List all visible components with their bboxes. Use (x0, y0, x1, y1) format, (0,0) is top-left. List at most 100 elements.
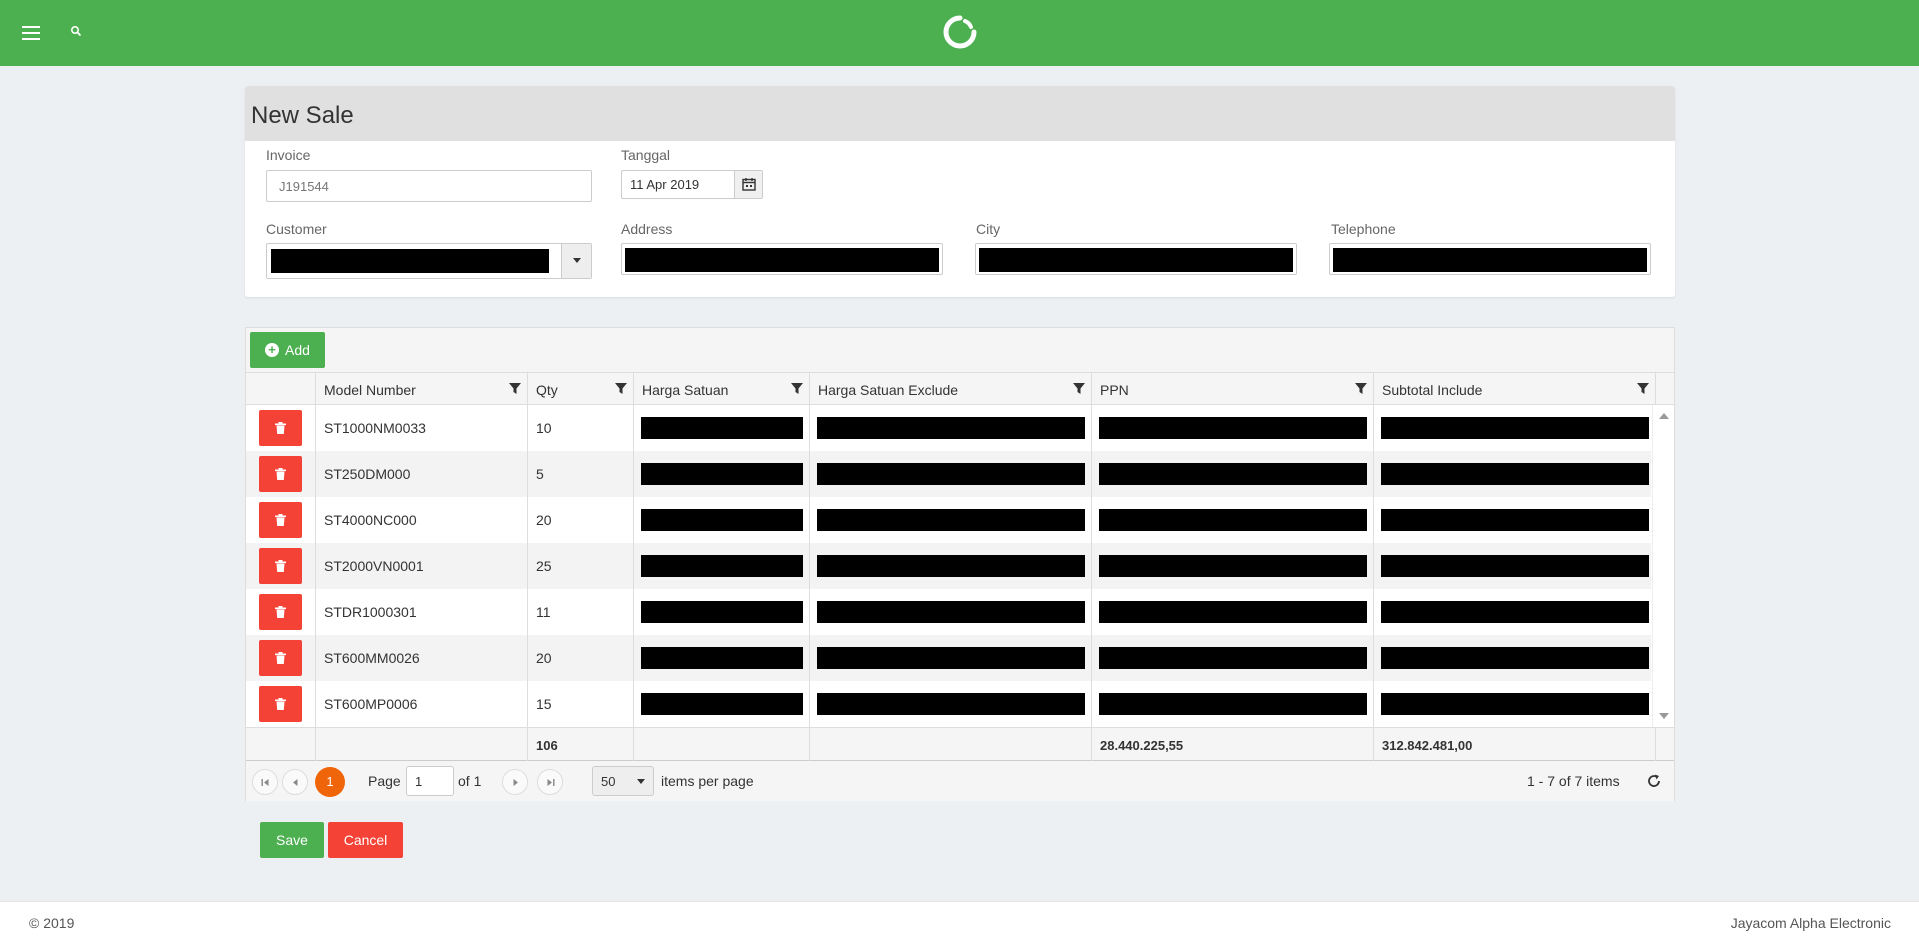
filter-icon[interactable] (1073, 383, 1085, 395)
harga-satuan-cell[interactable] (633, 451, 809, 497)
filter-icon[interactable] (791, 383, 803, 395)
harga-satuan-exclude-cell[interactable] (809, 681, 1091, 727)
harga-satuan-cell[interactable] (633, 405, 809, 451)
page-label: Page (368, 773, 401, 789)
harga-satuan-cell[interactable] (633, 635, 809, 681)
ppn-cell[interactable] (1091, 543, 1373, 589)
subtotal-include-cell[interactable] (1373, 589, 1651, 635)
qty-cell[interactable]: 20 (527, 635, 633, 681)
subtotal-include-cell[interactable] (1373, 451, 1651, 497)
subtotal-include-cell[interactable] (1373, 543, 1651, 589)
save-button[interactable]: Save (260, 822, 324, 858)
scroll-down-arrow-icon[interactable] (1659, 713, 1669, 719)
calendar-button[interactable] (734, 171, 762, 198)
ppn-cell[interactable] (1091, 405, 1373, 451)
harga-satuan-exclude-cell[interactable] (809, 543, 1091, 589)
subtotal-include-cell[interactable] (1373, 405, 1651, 451)
trash-icon (275, 606, 286, 618)
column-header-ppn[interactable]: PPN (1091, 373, 1373, 405)
model-number-cell[interactable]: ST250DM000 (315, 451, 527, 497)
filter-icon[interactable] (615, 383, 627, 395)
grid-scrollbar[interactable] (1652, 405, 1674, 727)
row-actions-cell (246, 405, 315, 451)
cancel-button[interactable]: Cancel (328, 822, 403, 858)
ppn-cell[interactable] (1091, 681, 1373, 727)
previous-page-button[interactable] (282, 769, 308, 795)
model-number-cell[interactable]: ST600MM0026 (315, 635, 527, 681)
qty-cell[interactable]: 25 (527, 543, 633, 589)
delete-row-button[interactable] (259, 686, 302, 722)
model-number-cell[interactable]: ST1000NM0033 (315, 405, 527, 451)
delete-row-button[interactable] (259, 502, 302, 538)
column-header-model-number[interactable]: Model Number (315, 373, 527, 405)
plus-circle-icon: + (265, 343, 280, 357)
qty-cell[interactable]: 10 (527, 405, 633, 451)
redacted-value (1099, 555, 1367, 577)
refresh-icon[interactable] (1646, 773, 1662, 789)
harga-satuan-exclude-cell[interactable] (809, 589, 1091, 635)
qty-cell[interactable]: 5 (527, 451, 633, 497)
address-input[interactable] (621, 243, 943, 275)
city-input[interactable] (975, 243, 1297, 275)
model-number-cell[interactable]: ST2000VN0001 (315, 543, 527, 589)
harga-satuan-cell[interactable] (633, 497, 809, 543)
table-row[interactable]: ST2000VN0001 25 (246, 543, 1651, 589)
filter-icon[interactable] (1637, 383, 1649, 395)
harga-satuan-cell[interactable] (633, 589, 809, 635)
page-number-input[interactable]: 1 (406, 766, 454, 796)
table-row[interactable]: ST250DM000 5 (246, 451, 1651, 497)
table-row[interactable]: ST1000NM0033 10 (246, 405, 1651, 451)
column-header-qty[interactable]: Qty (527, 373, 633, 405)
telephone-label: Telephone (1331, 221, 1396, 237)
subtotal-include-cell[interactable] (1373, 497, 1651, 543)
subtotal-include-cell[interactable] (1373, 635, 1651, 681)
filter-icon[interactable] (1355, 383, 1367, 395)
first-page-button[interactable] (252, 769, 278, 795)
column-header-subtotal-include[interactable]: Subtotal Include (1373, 373, 1655, 405)
harga-satuan-exclude-cell[interactable] (809, 635, 1091, 681)
column-header-harga-satuan[interactable]: Harga Satuan (633, 373, 809, 405)
subtotal-include-cell[interactable] (1373, 681, 1651, 727)
harga-satuan-cell[interactable] (633, 543, 809, 589)
table-row[interactable]: ST4000NC000 20 (246, 497, 1651, 543)
ppn-cell[interactable] (1091, 589, 1373, 635)
menu-icon[interactable] (22, 26, 40, 40)
model-number-cell[interactable]: STDR1000301 (315, 589, 527, 635)
delete-row-button[interactable] (259, 456, 302, 492)
next-page-button[interactable] (502, 769, 528, 795)
delete-row-button[interactable] (259, 594, 302, 630)
table-row[interactable]: ST600MM0026 20 (246, 635, 1651, 681)
search-icon[interactable] (70, 24, 84, 38)
harga-satuan-cell[interactable] (633, 681, 809, 727)
customer-select[interactable] (266, 243, 592, 279)
qty-cell[interactable]: 20 (527, 497, 633, 543)
add-item-button[interactable]: + Add (250, 332, 325, 368)
harga-satuan-exclude-cell[interactable] (809, 497, 1091, 543)
ppn-cell[interactable] (1091, 497, 1373, 543)
scroll-up-arrow-icon[interactable] (1659, 413, 1669, 419)
qty-cell[interactable]: 11 (527, 589, 633, 635)
invoice-input[interactable]: J191544 (266, 170, 592, 202)
current-page-number[interactable]: 1 (315, 767, 345, 797)
telephone-input[interactable] (1329, 243, 1651, 275)
model-number-cell[interactable]: ST600MP0006 (315, 681, 527, 727)
redacted-value (817, 647, 1085, 669)
filter-icon[interactable] (509, 383, 521, 395)
page-size-select[interactable]: 50 (592, 766, 654, 796)
column-title: Subtotal Include (1382, 382, 1483, 398)
delete-row-button[interactable] (259, 640, 302, 676)
harga-satuan-exclude-cell[interactable] (809, 451, 1091, 497)
qty-cell[interactable]: 15 (527, 681, 633, 727)
harga-satuan-exclude-cell[interactable] (809, 405, 1091, 451)
table-row[interactable]: STDR1000301 11 (246, 589, 1651, 635)
delete-row-button[interactable] (259, 410, 302, 446)
delete-row-button[interactable] (259, 548, 302, 584)
column-header-harga-satuan-exclude[interactable]: Harga Satuan Exclude (809, 373, 1091, 405)
customer-dropdown-button[interactable] (561, 244, 591, 278)
table-row[interactable]: ST600MP0006 15 (246, 681, 1651, 727)
date-input[interactable]: 11 Apr 2019 (621, 170, 763, 199)
last-page-button[interactable] (537, 769, 563, 795)
ppn-cell[interactable] (1091, 635, 1373, 681)
model-number-cell[interactable]: ST4000NC000 (315, 497, 527, 543)
ppn-cell[interactable] (1091, 451, 1373, 497)
